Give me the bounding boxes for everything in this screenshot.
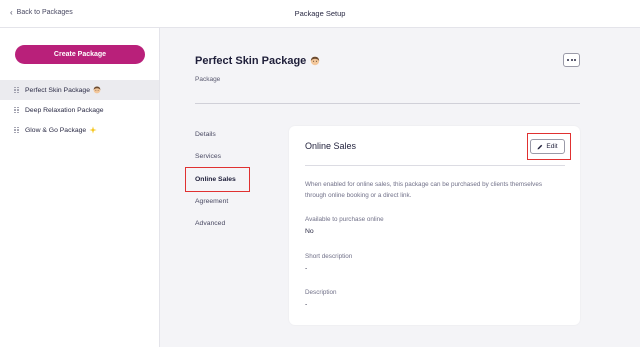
package-type-label: Package — [195, 76, 221, 83]
package-item-glow-and-go[interactable]: Glow & Go Package — [0, 120, 159, 140]
card-divider — [305, 165, 565, 166]
more-options-button[interactable] — [563, 53, 580, 67]
field-value-short-description: - — [305, 265, 308, 272]
face-icon — [93, 86, 101, 94]
highlight-online-sales — [185, 167, 250, 192]
package-item-perfect-skin[interactable]: Perfect Skin Package — [0, 80, 159, 100]
sidebar: Create Package Perfect Skin Package Deep… — [0, 28, 160, 347]
field-value-available-online: No — [305, 228, 314, 235]
create-package-button[interactable]: Create Package — [15, 45, 145, 64]
package-title-text: Perfect Skin Package — [195, 55, 307, 67]
nav-details[interactable]: Details — [195, 131, 216, 138]
top-bar: ‹ Back to Packages Package Setup — [0, 0, 640, 28]
nav-agreement[interactable]: Agreement — [195, 198, 228, 205]
field-label-short-description: Short description — [305, 253, 353, 260]
package-list: Perfect Skin Package Deep Relaxation Pac… — [0, 80, 159, 140]
package-name: Perfect Skin Package — [25, 86, 90, 94]
drag-handle-icon[interactable] — [14, 86, 19, 95]
package-title: Perfect Skin Package — [195, 55, 320, 67]
card-title: Online Sales — [305, 141, 357, 151]
drag-handle-icon[interactable] — [14, 106, 19, 115]
drag-handle-icon[interactable] — [14, 126, 19, 135]
more-dots-icon — [567, 59, 569, 61]
package-name: Glow & Go Package — [25, 126, 87, 134]
field-label-available-online: Available to purchase online — [305, 216, 384, 223]
face-icon — [311, 56, 320, 66]
highlight-edit-button — [527, 133, 571, 160]
page-title: Package Setup — [294, 9, 346, 18]
field-label-description: Description — [305, 289, 337, 296]
nav-advanced[interactable]: Advanced — [195, 220, 225, 227]
package-name: Deep Relaxation Package — [25, 106, 104, 114]
field-value-description: - — [305, 301, 308, 308]
package-item-deep-relaxation[interactable]: Deep Relaxation Package — [0, 100, 159, 120]
nav-services[interactable]: Services — [195, 153, 221, 160]
card-description: When enabled for online sales, this pack… — [305, 181, 542, 199]
sparkles-icon — [89, 126, 97, 134]
header-divider — [195, 103, 580, 104]
